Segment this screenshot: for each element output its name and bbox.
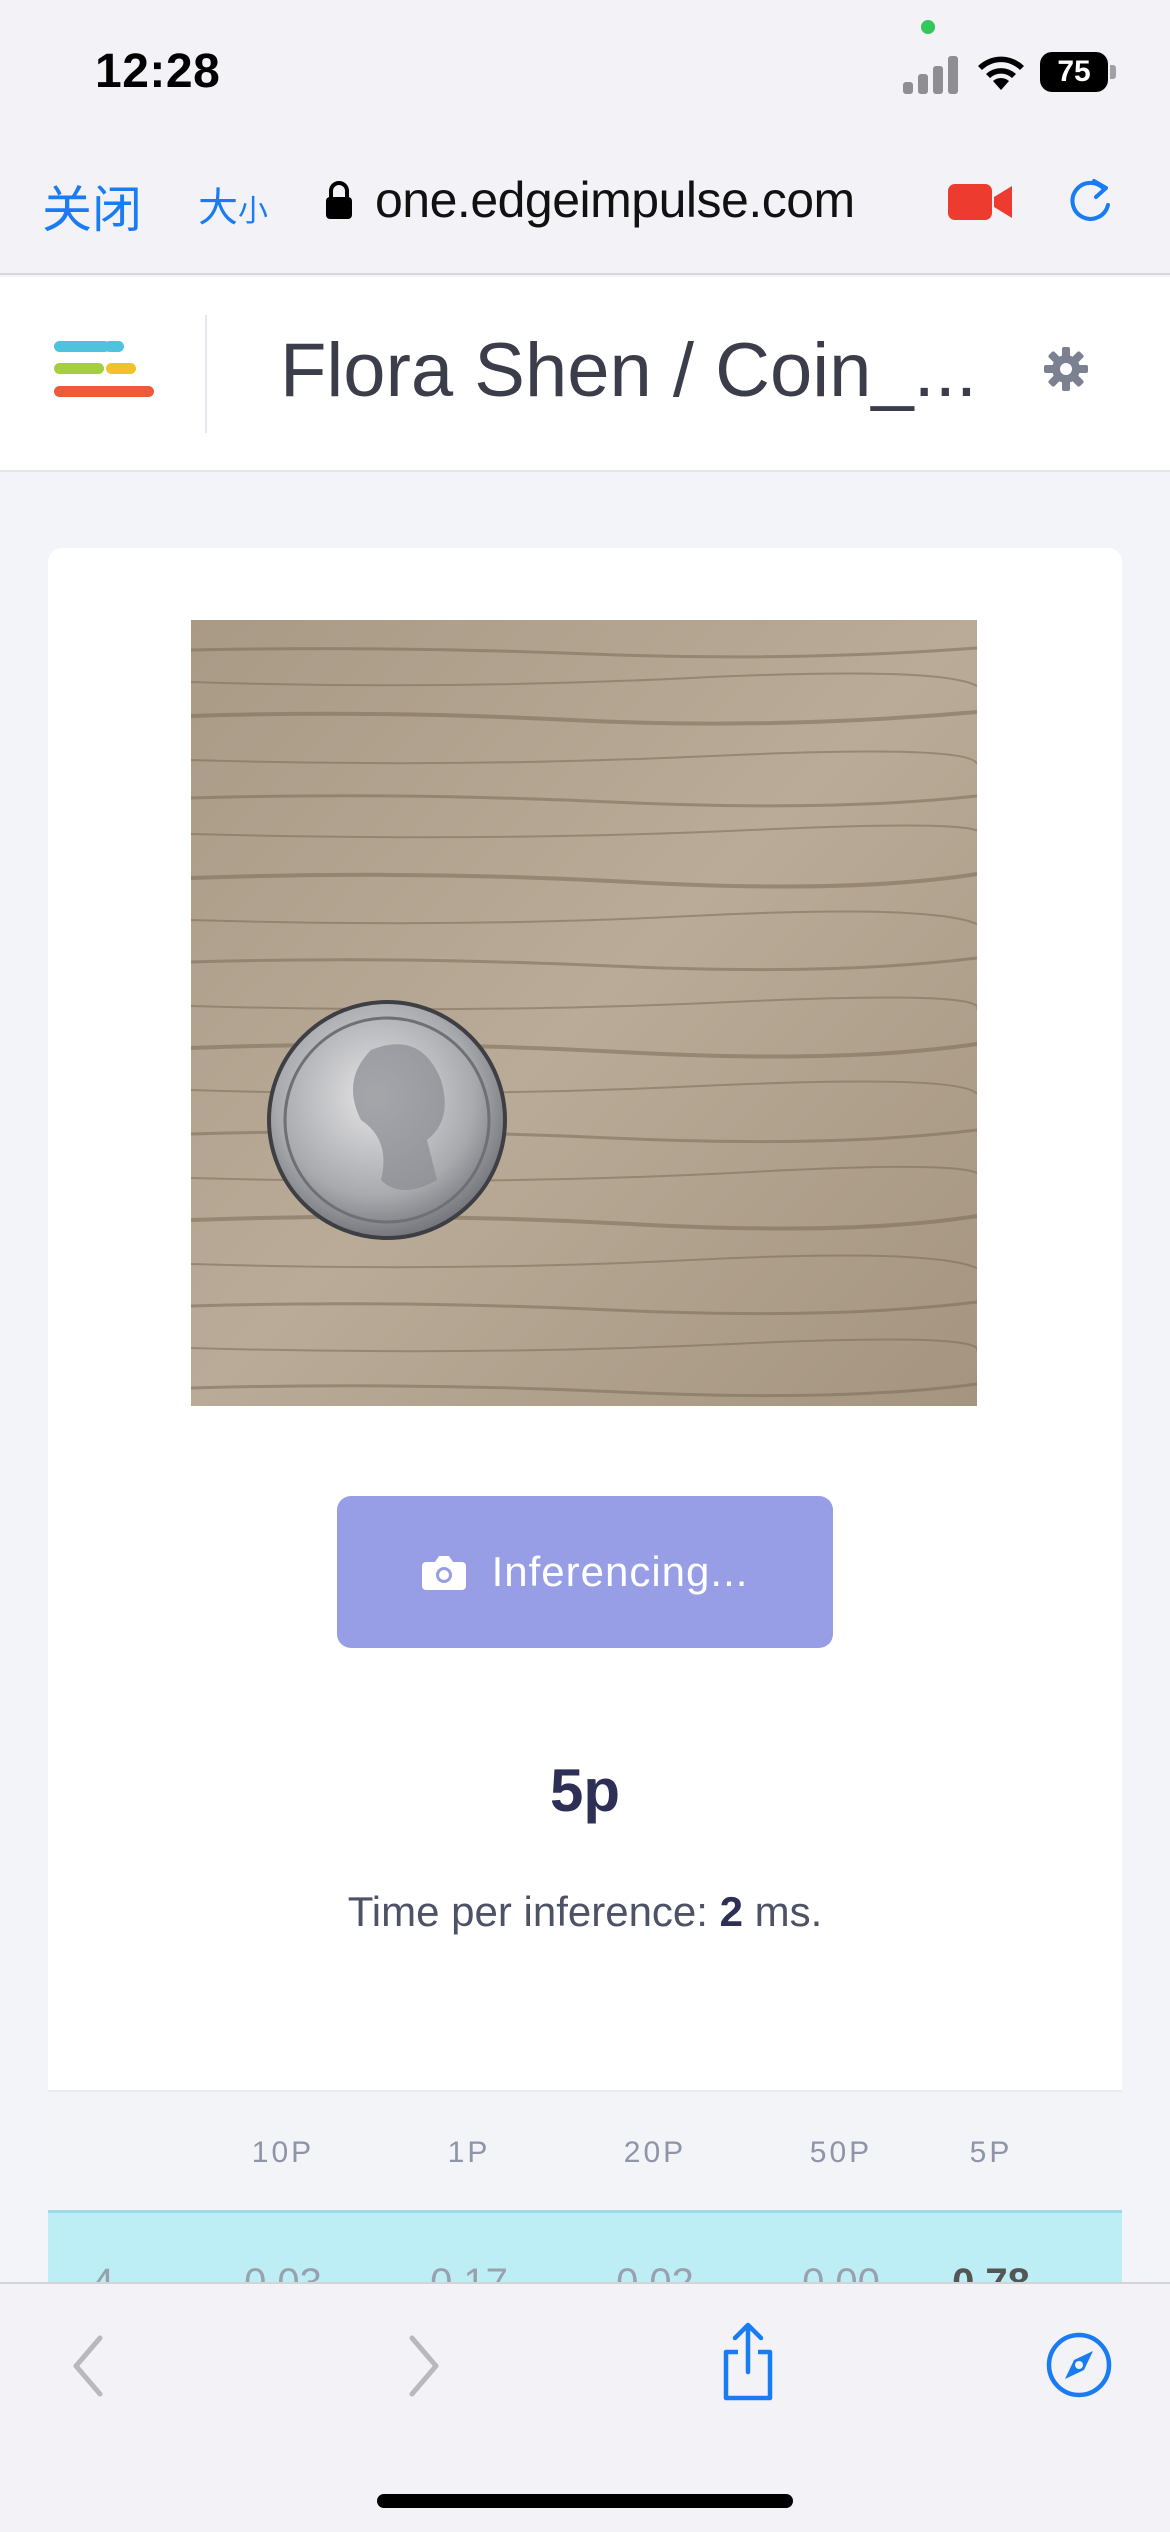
text-size-small-label: 小 bbox=[238, 194, 268, 229]
back-arrow-icon[interactable] bbox=[68, 2334, 108, 2398]
safari-compass-icon[interactable] bbox=[1046, 2332, 1112, 2398]
app-header: Flora Shen / Coin_... bbox=[0, 277, 1170, 472]
column-header: 10P bbox=[251, 2136, 315, 2169]
timing-prefix: Time per inference: bbox=[347, 1888, 720, 1935]
results-table-header: 10P 1P 20P 50P 5P bbox=[48, 2090, 1122, 2210]
home-indicator bbox=[377, 2494, 793, 2508]
column-header: 50P bbox=[809, 2136, 873, 2169]
text-size-button[interactable]: 大小 bbox=[198, 175, 268, 233]
camera-in-use-indicator bbox=[921, 20, 935, 34]
inference-card: Inferencing... 5p Time per inference: 2 … bbox=[48, 548, 1122, 2310]
lock-icon bbox=[326, 181, 352, 219]
header-divider bbox=[205, 315, 207, 433]
close-button[interactable]: 关闭 bbox=[42, 170, 142, 242]
timing-value: 2 bbox=[719, 1888, 743, 1935]
battery-icon: 75 bbox=[1040, 52, 1116, 92]
inference-timing: Time per inference: 2 ms. bbox=[48, 1888, 1122, 1936]
camera-preview-image bbox=[191, 620, 977, 1406]
classification-result: 5p bbox=[549, 1757, 621, 1824]
text-size-big-label: 大 bbox=[198, 185, 238, 231]
inferencing-button[interactable]: Inferencing... bbox=[337, 1496, 833, 1648]
edge-impulse-logo[interactable] bbox=[52, 337, 154, 409]
cellular-signal-icon bbox=[903, 54, 959, 94]
reload-icon[interactable] bbox=[1064, 175, 1116, 227]
camera-icon bbox=[421, 1556, 466, 1590]
project-title: Flora Shen / Coin_... bbox=[280, 328, 978, 413]
gear-icon[interactable] bbox=[1044, 347, 1088, 391]
browser-bar: 关闭 大小 one.edgeimpulse.com bbox=[0, 135, 1170, 275]
column-header: 5P bbox=[969, 2136, 1013, 2169]
column-header: 20P bbox=[623, 2136, 687, 2169]
video-camera-icon[interactable] bbox=[948, 180, 1014, 224]
timing-suffix: ms. bbox=[742, 1888, 823, 1935]
status-time: 12:28 bbox=[95, 45, 221, 98]
battery-level: 75 bbox=[1040, 52, 1108, 92]
status-bar: 12:28 75 bbox=[0, 0, 1170, 135]
share-icon[interactable] bbox=[718, 2322, 778, 2402]
inferencing-button-label: Inferencing... bbox=[491, 1548, 749, 1595]
browser-toolbar bbox=[0, 2282, 1170, 2532]
column-header: 1P bbox=[447, 2136, 491, 2169]
forward-arrow-icon[interactable] bbox=[404, 2334, 444, 2398]
wifi-icon bbox=[978, 56, 1024, 90]
url-field[interactable]: one.edgeimpulse.com bbox=[375, 171, 855, 229]
